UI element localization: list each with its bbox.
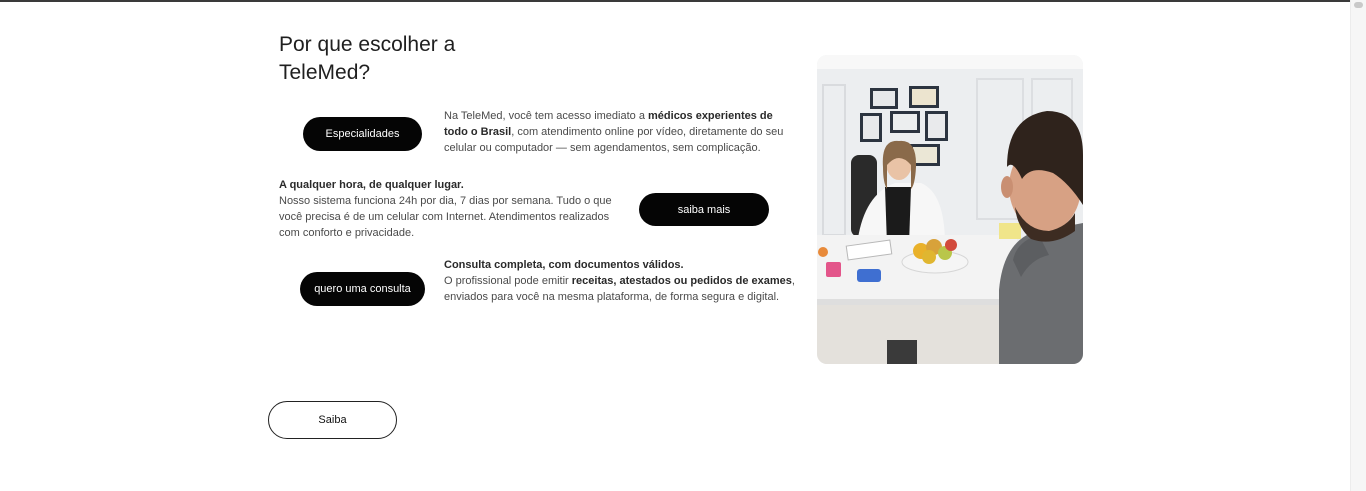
feature-anytime-heading: A qualquer hora, de qualquer lugar. bbox=[279, 179, 464, 191]
feature-documents-text: Consulta completa, com documentos válido… bbox=[444, 259, 795, 303]
scrollbar[interactable] bbox=[1350, 0, 1366, 491]
feature-anytime-text: A qualquer hora, de qualquer lugar. Nosso… bbox=[279, 177, 624, 241]
feature-anytime-body: Nosso sistema funciona 24h por dia, 7 di… bbox=[279, 195, 612, 239]
specialties-button[interactable]: Especialidades bbox=[303, 117, 422, 151]
top-border bbox=[0, 0, 1350, 2]
saiba-button[interactable]: Saiba bbox=[268, 401, 397, 439]
section-title: Por que escolher a TeleMed? bbox=[279, 33, 456, 84]
learn-more-button[interactable]: saiba mais bbox=[639, 193, 769, 226]
feature-documents-heading: Consulta completa, com documentos válido… bbox=[444, 259, 684, 271]
doctor-consultation-image bbox=[817, 55, 1083, 364]
feature-access-text: Na TeleMed, você tem acesso imediato a m… bbox=[444, 110, 784, 154]
scrollbar-thumb[interactable] bbox=[1354, 2, 1363, 8]
request-consult-button[interactable]: quero uma consulta bbox=[300, 272, 425, 306]
